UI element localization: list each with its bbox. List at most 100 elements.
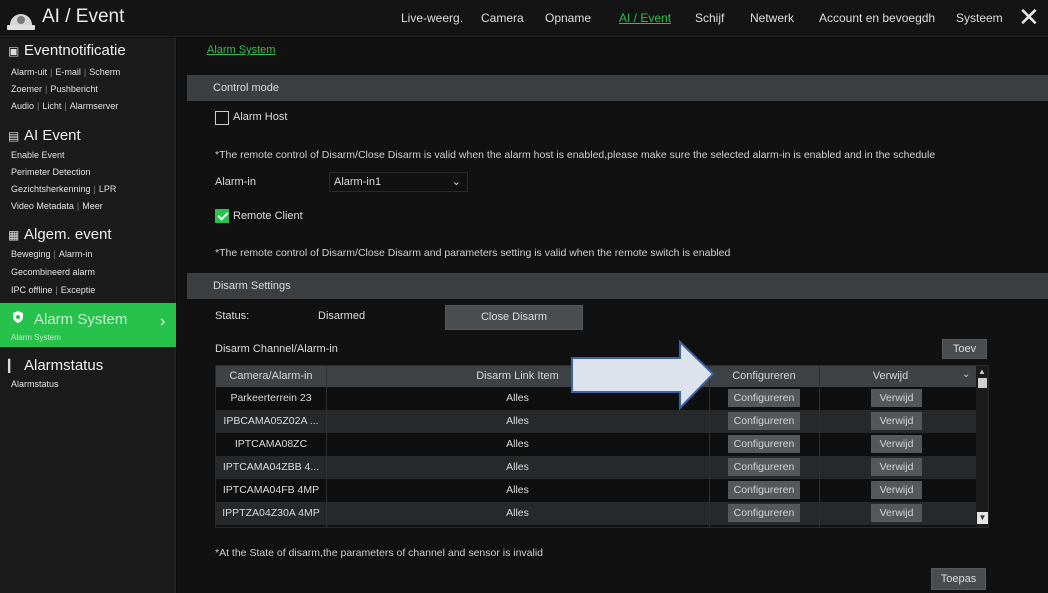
table-row[interactable]: IPTCAMA04FB 4MP Alles Configureren Verwi… xyxy=(216,479,976,502)
general-event-icon: ▦ xyxy=(8,228,20,242)
configure-button[interactable]: Configureren xyxy=(728,389,800,407)
delete-button[interactable]: Verwijd xyxy=(871,458,922,476)
status-label: Status: xyxy=(215,310,250,322)
status-value: Disarmed xyxy=(318,310,366,322)
sidebar-item-alarm-in[interactable]: Alarm-in xyxy=(59,249,93,259)
control-note-2: *The remote control of Disarm/Close Disa… xyxy=(215,247,731,259)
configure-button[interactable]: Configureren xyxy=(728,435,800,453)
nav-network[interactable]: Netwerk xyxy=(750,11,794,25)
sidebar-line: Alarmstatus xyxy=(11,379,59,389)
sidebar-item-combined[interactable]: Gecombineerd alarm xyxy=(11,267,95,277)
disarm-channel-label: Disarm Channel/Alarm-in xyxy=(215,343,338,355)
nav-account[interactable]: Account en bevoegdh xyxy=(819,11,935,25)
sidebar-item-enable-event[interactable]: Enable Event xyxy=(11,150,65,160)
delete-button[interactable]: Verwijd xyxy=(871,412,922,430)
alarm-in-select[interactable]: Alarm-in1 ⌄ xyxy=(329,172,468,192)
sidebar-line: Gezichtsherkenning | LPR xyxy=(11,184,117,194)
bookmark-icon: ▣ xyxy=(8,44,20,58)
configure-button[interactable]: Configureren xyxy=(728,481,800,499)
sidebar-group-alarmstatus[interactable]: ▎ Alarmstatus xyxy=(8,357,103,374)
alarm-host-label: Alarm Host xyxy=(233,111,288,123)
sidebar-item-audio[interactable]: Audio xyxy=(11,101,34,111)
cell-link-item: Alles xyxy=(506,507,529,519)
nav-system[interactable]: Systeem xyxy=(956,11,1003,25)
sidebar-item-alarm-out[interactable]: Alarm-uit xyxy=(11,67,47,77)
sidebar-item-alarmserver[interactable]: Alarmserver xyxy=(70,101,119,111)
remote-client-checkbox[interactable] xyxy=(215,209,229,223)
table-row[interactable]: IPTCAMA04ZBB 4... Alles Configureren Ver… xyxy=(216,456,976,479)
delete-button[interactable]: Verwijd xyxy=(871,435,922,453)
cell-camera: IPBCAMA05Z02A ... xyxy=(223,415,319,427)
chevron-up-icon[interactable]: ▲ xyxy=(978,367,986,376)
nav-camera[interactable]: Camera xyxy=(481,11,524,25)
sidebar-item-perimeter[interactable]: Perimeter Detection xyxy=(11,167,91,177)
table-row[interactable]: IPPTZA04Z30A 4MP Alles Configureren Verw… xyxy=(216,502,976,525)
sidebar-group-eventnotificatie[interactable]: ▣ Eventnotificatie xyxy=(8,42,126,59)
header-camera: Camera/Alarm-in xyxy=(229,370,313,382)
top-bar: AI / Event Live-weerg. Camera Opname AI … xyxy=(0,0,1048,37)
sidebar-item-exception[interactable]: Exceptie xyxy=(61,285,96,295)
sidebar-line: Beweging | Alarm-in xyxy=(11,249,93,259)
chevron-down-icon[interactable]: ⌄ xyxy=(962,369,970,380)
sidebar-item-email[interactable]: E-mail xyxy=(55,67,81,77)
nav-recording[interactable]: Opname xyxy=(545,11,591,25)
sidebar-item-face[interactable]: Gezichtsherkenning xyxy=(11,184,91,194)
sidebar-item-motion[interactable]: Beweging xyxy=(11,249,51,259)
sidebar-item-metadata[interactable]: Video Metadata xyxy=(11,201,74,211)
delete-button[interactable]: Verwijd xyxy=(871,481,922,499)
chevron-down-icon[interactable]: ▼ xyxy=(977,512,988,524)
sidebar-item-screen[interactable]: Scherm xyxy=(89,67,120,77)
table-row[interactable]: IPTCAMA08ZC Alles Configureren Verwijd xyxy=(216,433,976,456)
cell-camera: IPTCAMA08ZC xyxy=(234,438,308,450)
close-icon[interactable]: ✕ xyxy=(1018,3,1040,31)
sidebar-line: Enable Event xyxy=(11,150,65,160)
sidebar-line: Zoemer | Pushbericht xyxy=(11,84,98,94)
control-note-1: *The remote control of Disarm/Close Disa… xyxy=(215,149,936,161)
sidebar-group-ai-event[interactable]: ▤ AI Event xyxy=(8,127,81,144)
app-title: AI / Event xyxy=(42,6,125,27)
table-row[interactable]: IPBCAMA05Z02A ... Alles Configureren Ver… xyxy=(216,410,976,433)
cell-link-item: Alles xyxy=(506,438,529,450)
cell-link-item: Alles xyxy=(506,461,529,473)
section-title: Control mode xyxy=(213,82,280,94)
sidebar-item-alarmstatus[interactable]: Alarmstatus xyxy=(11,379,59,389)
sidebar-group-title: Alarmstatus xyxy=(24,357,104,374)
nav-disk[interactable]: Schijf xyxy=(695,11,724,25)
sidebar-item-buzzer[interactable]: Zoemer xyxy=(11,84,42,94)
sidebar-line: IPC offline | Exceptie xyxy=(11,285,96,295)
delete-button[interactable]: Verwijd xyxy=(871,389,922,407)
delete-button[interactable]: Verwijd xyxy=(871,504,922,522)
sidebar-item-lpr[interactable]: LPR xyxy=(99,184,117,194)
sidebar: ▣ Eventnotificatie Alarm-uit | E-mail | Scher… xyxy=(0,38,176,593)
add-button[interactable]: Toev xyxy=(942,339,987,359)
apply-button[interactable]: Toepas xyxy=(931,568,986,590)
scrollbar-thumb[interactable] xyxy=(978,378,987,388)
column-divider xyxy=(819,366,820,527)
sidebar-item-light[interactable]: Licht xyxy=(42,101,61,111)
header-delete: Verwijd xyxy=(872,370,909,382)
sidebar-group-general-event[interactable]: ▦ Algem. event xyxy=(8,226,112,243)
sidebar-item-alarm-system[interactable]: Alarm System Alarm System › xyxy=(0,303,176,347)
sidebar-item-ipc-offline[interactable]: IPC offline xyxy=(11,285,52,295)
cell-link-item: Alles xyxy=(506,415,529,427)
sidebar-item-label: Alarm System xyxy=(34,311,128,328)
section-disarm-settings: Disarm Settings xyxy=(187,273,1048,299)
sidebar-item-more[interactable]: Meer xyxy=(82,201,103,211)
configure-button[interactable]: Configureren xyxy=(728,458,800,476)
sidebar-line: Alarm-uit | E-mail | Scherm xyxy=(11,67,121,77)
nav-live-view[interactable]: Live-weerg. xyxy=(401,11,463,25)
chevron-down-icon: ⌄ xyxy=(451,176,461,188)
sidebar-item-push[interactable]: Pushbericht xyxy=(50,84,98,94)
alarm-in-label: Alarm-in xyxy=(215,176,256,188)
nav-ai-event[interactable]: AI / Event xyxy=(619,11,671,25)
breadcrumb[interactable]: Alarm System xyxy=(207,44,275,56)
bar-chart-icon: ▎ xyxy=(8,359,18,373)
remote-client-label: Remote Client xyxy=(233,210,303,222)
alarm-host-checkbox[interactable] xyxy=(215,111,229,125)
alarm-in-value: Alarm-in1 xyxy=(334,176,382,188)
table-scrollbar[interactable]: ▲ ▼ xyxy=(976,366,988,527)
configure-button[interactable]: Configureren xyxy=(728,504,800,522)
cell-camera: IPTCAMA04ZBB 4... xyxy=(222,461,320,473)
close-disarm-button[interactable]: Close Disarm xyxy=(445,305,583,330)
configure-button[interactable]: Configureren xyxy=(728,412,800,430)
